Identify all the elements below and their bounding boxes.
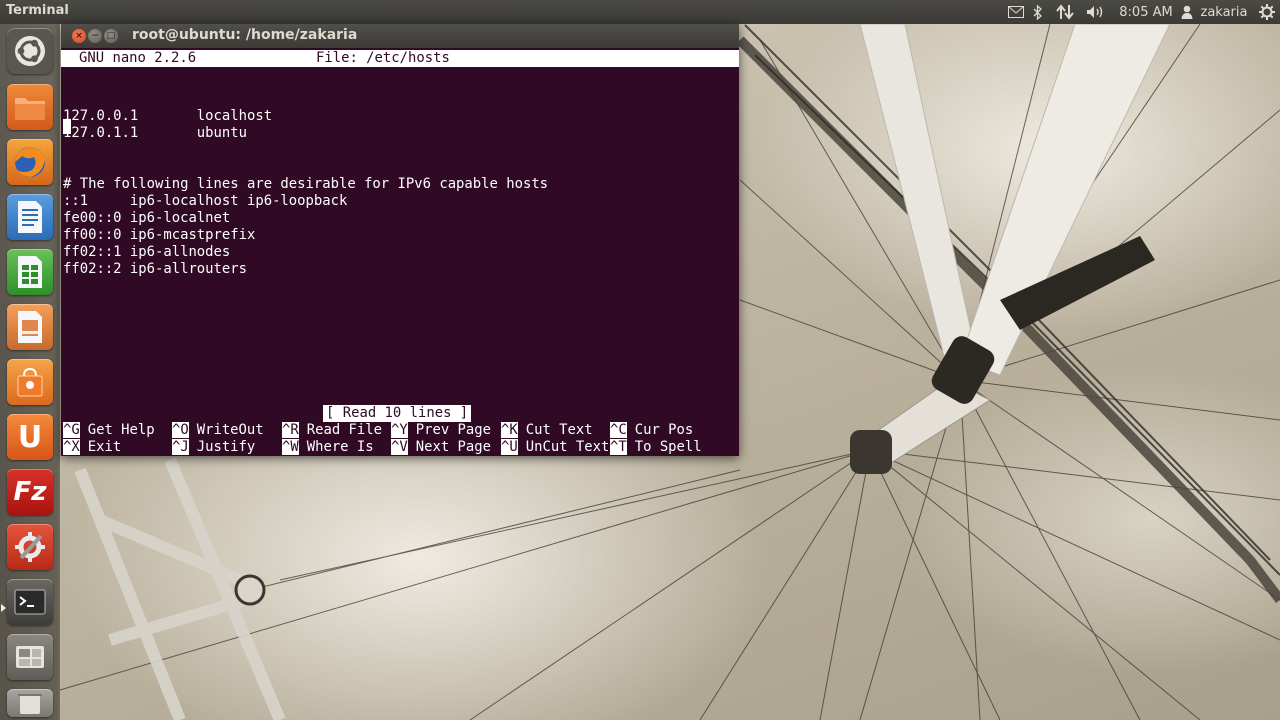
terminal-button[interactable]: [7, 579, 53, 625]
ubuntu-one-button[interactable]: U: [7, 414, 53, 460]
shopping-bag-icon: [17, 367, 43, 397]
launcher: U Fz: [0, 24, 60, 720]
nano-version: GNU nano 2.2.6: [79, 50, 197, 66]
minimize-icon: −: [91, 30, 99, 41]
shortcut-label: Next Page: [415, 439, 492, 455]
firefox-button[interactable]: [7, 139, 53, 185]
minimize-button[interactable]: −: [88, 29, 102, 43]
network-icon[interactable]: [1054, 0, 1076, 24]
shortcut-next-page[interactable]: ^V Next Page: [391, 439, 491, 456]
libreoffice-impress-button[interactable]: [7, 304, 53, 350]
top-panel: Terminal 8:05 AM zakaria: [0, 0, 1280, 24]
file-line: ::1 ip6-localhost ip6-loopback: [63, 193, 348, 209]
shortcut-label: Read File: [306, 422, 383, 438]
shortcut-cur-pos[interactable]: ^C Cur Pos: [610, 422, 693, 439]
file-line: 127.0.0.1 localhost: [63, 108, 273, 124]
nano-file-name: File: /etc/hosts: [316, 50, 450, 66]
nano-header-bar: GNU nano 2.2.6 File: /etc/hosts: [61, 50, 739, 67]
file-line: # The following lines are desirable for …: [63, 176, 549, 192]
dash-home-button[interactable]: [7, 28, 53, 74]
shortcut-exit[interactable]: ^X Exit: [63, 439, 121, 456]
shortcut-key: ^K: [501, 422, 518, 438]
maximize-icon: □: [106, 30, 116, 41]
user-menu[interactable]: zakaria: [1196, 0, 1252, 24]
maximize-button[interactable]: □: [104, 29, 118, 43]
shortcut-key: ^R: [282, 422, 299, 438]
active-app-title: Terminal: [6, 3, 69, 18]
shortcut-prev-page[interactable]: ^Y Prev Page: [391, 422, 491, 439]
close-icon: ×: [75, 30, 83, 41]
gear-icon[interactable]: [1258, 0, 1276, 24]
shortcut-cut-text[interactable]: ^K Cut Text: [501, 422, 593, 439]
shortcut-label: To Spell: [634, 439, 702, 455]
shortcut-key: ^C: [610, 422, 627, 438]
files-button[interactable]: [7, 84, 53, 130]
workspace-icon: [16, 646, 44, 668]
shortcut-key: ^J: [172, 439, 189, 455]
shortcut-writeout[interactable]: ^O WriteOut: [172, 422, 264, 439]
shortcut-key: ^Y: [391, 422, 408, 438]
workspace-switcher-button[interactable]: [7, 634, 53, 680]
libreoffice-writer-button[interactable]: [7, 194, 53, 240]
calc-icon: [18, 256, 42, 288]
impress-icon: [18, 311, 42, 343]
shortcut-label: Exit: [87, 439, 122, 455]
shortcut-label: Justify: [196, 439, 256, 455]
shortcut-key: ^V: [391, 439, 408, 455]
terminal-content[interactable]: GNU nano 2.2.6 File: /etc/hosts 127.0.0.…: [61, 48, 739, 456]
mail-icon[interactable]: [1006, 0, 1026, 24]
settings-icon: [15, 532, 45, 562]
window-title: root@ubuntu: /home/zakaria: [132, 27, 358, 43]
firefox-icon: [15, 147, 45, 177]
shortcut-to-spell[interactable]: ^T To Spell: [610, 439, 702, 456]
text-cursor: [63, 119, 71, 134]
libreoffice-calc-button[interactable]: [7, 249, 53, 295]
user-icon: [1180, 0, 1194, 24]
system-settings-button[interactable]: [7, 524, 53, 570]
volume-icon[interactable]: [1084, 0, 1108, 24]
file-line: ff02::2 ip6-allrouters: [63, 261, 247, 277]
filezilla-icon: Fz: [13, 477, 47, 507]
ubuntu-one-icon: U: [17, 419, 43, 455]
window-titlebar[interactable]: × − □ root@ubuntu: /home/zakaria: [61, 24, 739, 48]
shortcut-label: Cut Text: [525, 422, 593, 438]
running-indicator: [1, 604, 6, 612]
shortcut-label: Where Is: [306, 439, 374, 455]
terminal-icon: [14, 589, 46, 615]
shortcut-key: ^O: [172, 422, 189, 438]
software-center-button[interactable]: [7, 359, 53, 405]
shortcut-where-is[interactable]: ^W Where Is: [282, 439, 374, 456]
nano-status-message: [ Read 10 lines ]: [323, 405, 472, 422]
folder-icon: [15, 98, 45, 120]
clock[interactable]: 8:05 AM: [1116, 0, 1176, 24]
shortcut-justify[interactable]: ^J Justify: [172, 439, 255, 456]
shortcut-key: ^G: [63, 422, 80, 438]
trash-button[interactable]: [7, 689, 53, 717]
file-line: fe00::0 ip6-localnet: [63, 210, 231, 226]
file-line: ff02::1 ip6-allnodes: [63, 244, 231, 260]
shortcut-label: Get Help: [87, 422, 155, 438]
terminal-window[interactable]: × − □ root@ubuntu: /home/zakaria GNU nan…: [61, 24, 739, 456]
file-line: ff00::0 ip6-mcastprefix: [63, 227, 256, 243]
close-button[interactable]: ×: [72, 29, 86, 43]
shortcut-key: ^U: [501, 439, 518, 455]
ubuntu-logo-icon: [15, 36, 45, 66]
shortcut-read-file[interactable]: ^R Read File: [282, 422, 382, 439]
shortcut-key: ^W: [282, 439, 299, 455]
shortcut-label: UnCut Text: [525, 439, 610, 455]
shortcut-key: ^T: [610, 439, 627, 455]
shortcut-label: Cur Pos: [634, 422, 694, 438]
shortcut-label: WriteOut: [196, 422, 264, 438]
file-line: 127.0.1.1 ubuntu: [63, 125, 247, 141]
shortcut-uncut-text[interactable]: ^U UnCut Text: [501, 439, 609, 456]
shortcut-get-help[interactable]: ^G Get Help: [63, 422, 155, 439]
shortcut-key: ^X: [63, 439, 80, 455]
bluetooth-icon[interactable]: [1030, 0, 1046, 24]
filezilla-button[interactable]: Fz: [7, 469, 53, 515]
shortcut-label: Prev Page: [415, 422, 492, 438]
writer-icon: [18, 201, 42, 233]
trash-icon: [18, 694, 42, 714]
